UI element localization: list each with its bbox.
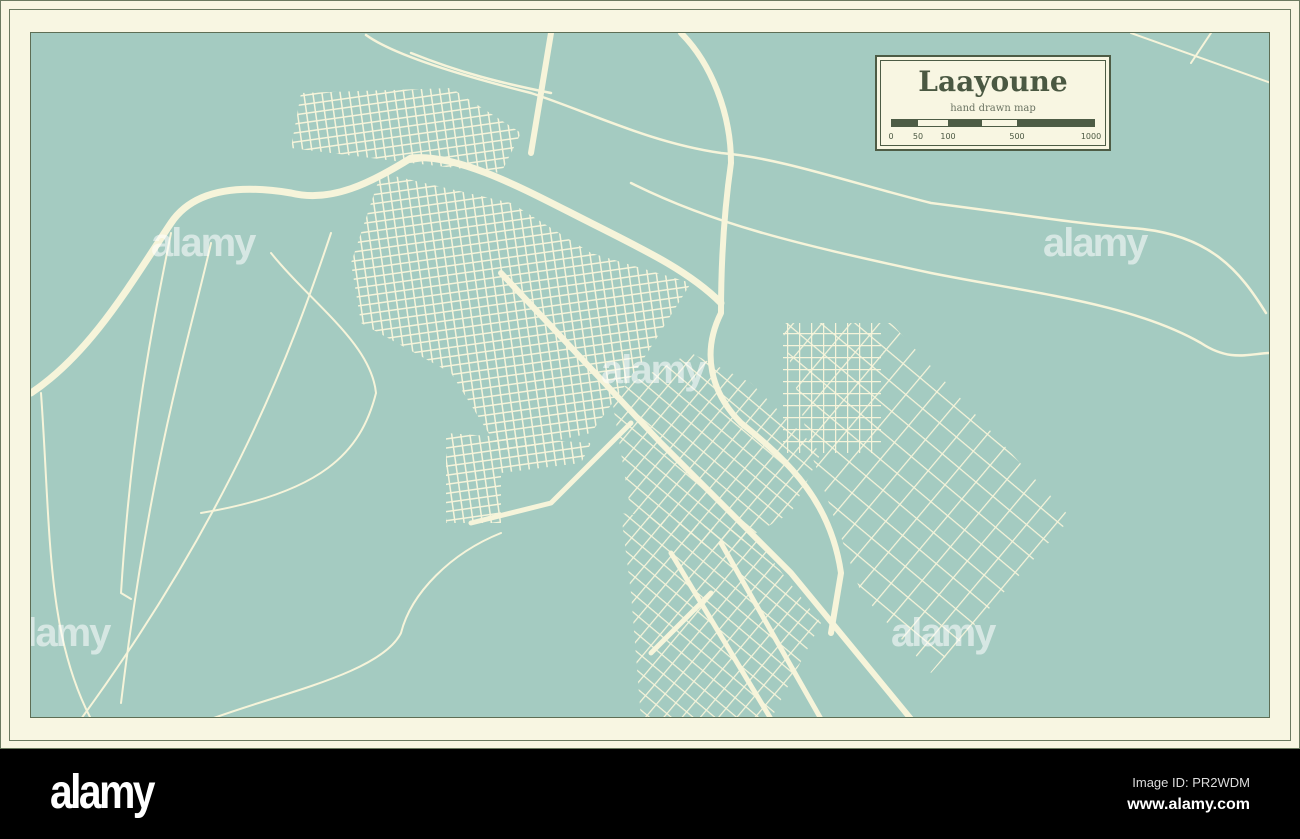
watermark-text: alamy xyxy=(891,611,996,655)
scale-bar xyxy=(891,119,1095,127)
scale-tick: 0 xyxy=(888,132,894,141)
alamy-logo: alamy xyxy=(50,766,155,819)
scale-tick: 500 xyxy=(1009,132,1025,141)
scale-tick: 1000 xyxy=(1080,132,1102,141)
scale-tick: 50 xyxy=(912,132,924,141)
scale-tick: 100 xyxy=(940,132,956,141)
map-title: Laayoune xyxy=(918,65,1068,98)
watermark-text: alamy xyxy=(31,611,111,655)
watermark-text: alamy xyxy=(151,221,256,265)
watermark-text: alamy xyxy=(601,348,706,392)
watermark-text: alamy xyxy=(1043,221,1148,265)
map-title-box: Laayoune hand drawn map 0 50 100 500 100… xyxy=(875,55,1111,151)
site-url[interactable]: www.alamy.com xyxy=(1127,796,1250,814)
image-id: Image ID: PR2WDM xyxy=(1132,775,1250,790)
map-subtitle: hand drawn map xyxy=(950,103,1036,114)
